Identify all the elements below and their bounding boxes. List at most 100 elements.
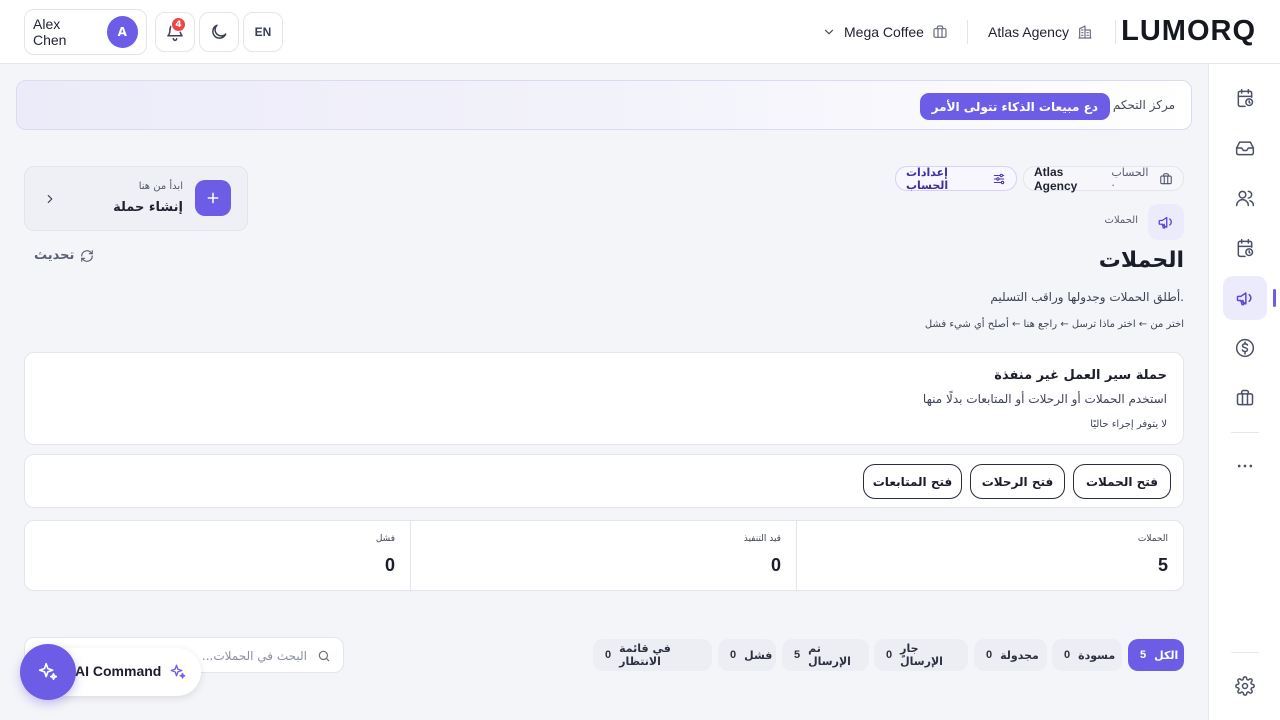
page-steps: اختر من ← اختر ماذا ترسل ← راجع هنا ← أص… — [924, 319, 1184, 330]
rail-item-calendar[interactable] — [1223, 226, 1267, 270]
stat-campaigns: الحملات 5 — [797, 521, 1183, 592]
open-followups-button[interactable]: فتح المتابعات — [863, 464, 962, 499]
notice-meta: لا يتوفر إجراء حاليًا — [1090, 419, 1167, 430]
banner-title: مركز التحكم — [1112, 98, 1175, 112]
rail-item-billing[interactable] — [1223, 326, 1267, 370]
inbox-icon — [1235, 138, 1255, 158]
filter-failed[interactable]: 0 فشل — [718, 639, 776, 671]
breadcrumb: الحملات — [1104, 215, 1138, 226]
filter-all[interactable]: 5 الكل — [1128, 639, 1184, 671]
megaphone-icon — [1157, 213, 1175, 231]
rail-item-contacts[interactable] — [1223, 176, 1267, 220]
language-label: EN — [254, 25, 272, 39]
rail-divider — [1231, 432, 1259, 433]
create-title: إنشاء حملة — [113, 200, 183, 215]
user-menu[interactable]: Alex Chen A — [24, 9, 147, 55]
filter-sent[interactable]: 5 تم الإرسال — [782, 639, 869, 671]
account-settings-button[interactable]: إعدادات الحساب — [895, 165, 1017, 192]
moon-icon — [209, 22, 229, 42]
workflow-notice-card: حملة سير العمل غير منفذة استخدم الحملات … — [24, 352, 1184, 445]
create-campaign-card[interactable]: ابدأ من هنا إنشاء حملة — [24, 166, 248, 231]
open-links-card: فتح الحملات فتح الرحلات فتح المتابعات — [24, 454, 1184, 508]
sparkles-icon — [37, 661, 59, 683]
filter-count: 5 — [1140, 649, 1147, 661]
open-campaigns-button[interactable]: فتح الحملات — [1073, 464, 1171, 499]
refresh-label: تحديث — [34, 248, 75, 263]
page-subtitle: أطلق الحملات وجدولها وراقب التسليم. — [990, 290, 1184, 304]
stat-in-progress: قيد التنفيذ 0 — [411, 521, 797, 592]
filter-label: فشل — [744, 648, 773, 662]
filter-count: 0 — [605, 649, 612, 661]
rail-item-settings[interactable] — [1223, 664, 1267, 708]
chevron-down-icon — [822, 25, 836, 39]
account-chip[interactable]: Atlas Agency الحساب · — [1023, 164, 1184, 193]
brand-selector[interactable]: Mega Coffee — [822, 20, 948, 44]
calendar-clock-icon — [1235, 238, 1255, 258]
stat-label: قيد التنفيذ — [743, 534, 781, 544]
filter-draft[interactable]: 0 مسودة — [1052, 639, 1122, 671]
plus-icon — [205, 190, 221, 206]
campaigns-page-icon — [1148, 204, 1184, 240]
avatar: A — [106, 16, 138, 48]
open-journeys-button[interactable]: فتح الرحلات — [970, 464, 1065, 499]
filter-label: جارٍ الإرسال — [900, 642, 943, 668]
refresh-button[interactable]: تحديث — [34, 248, 94, 263]
refresh-icon — [80, 249, 94, 263]
header-divider — [967, 20, 968, 44]
filter-label: تم الإرسال — [808, 642, 851, 668]
agency-name: Atlas Agency — [988, 24, 1069, 40]
sparkles-icon — [169, 663, 187, 681]
filter-count: 0 — [730, 649, 737, 661]
filter-label: مجدولة — [1000, 648, 1039, 662]
stat-label: الحملات — [1137, 534, 1168, 544]
agency-selector[interactable]: Atlas Agency — [988, 20, 1093, 44]
account-settings-label: إعدادات الحساب — [906, 165, 949, 192]
chevron-right-icon — [43, 192, 57, 206]
notification-badge: 4 — [171, 17, 186, 32]
page-title: الحملات — [1098, 248, 1184, 273]
rail-item-inbox[interactable] — [1223, 126, 1267, 170]
calendar-clock-icon — [1235, 88, 1255, 108]
stat-failed: فشل 0 — [25, 521, 411, 592]
stats-card: الحملات 5 قيد التنفيذ 0 فشل 0 — [24, 520, 1184, 592]
rail-item-brands[interactable] — [1223, 376, 1267, 420]
filter-label: مسودة — [1078, 648, 1116, 662]
stat-value: 0 — [770, 555, 781, 575]
briefcase-icon — [1159, 172, 1173, 186]
language-button[interactable]: EN — [243, 12, 283, 52]
logo: LUMORQ — [1121, 15, 1256, 47]
user-name: Alex Chen — [33, 16, 67, 48]
notice-title: حملة سير العمل غير منفذة — [994, 368, 1167, 383]
header-divider — [1115, 20, 1116, 44]
theme-toggle-button[interactable] — [199, 12, 239, 52]
filter-scheduled[interactable]: 0 مجدولة — [974, 639, 1047, 671]
top-bar: Alex Chen A 4 EN Mega Coffee Atlas Agenc… — [0, 0, 1280, 64]
settings-icon — [1235, 676, 1255, 696]
dollar-icon — [1235, 338, 1255, 358]
filter-count: 0 — [886, 649, 893, 661]
rail-item-more[interactable] — [1223, 444, 1267, 488]
rail-item-schedule[interactable] — [1223, 76, 1267, 120]
ai-assistant-fab[interactable] — [20, 644, 76, 700]
notifications-button[interactable]: 4 — [155, 12, 195, 52]
filter-count: 0 — [986, 649, 993, 661]
filter-label: في قائمة الانتظار — [619, 642, 671, 668]
rail-item-campaigns[interactable] — [1223, 276, 1267, 320]
building-icon — [1077, 24, 1093, 40]
account-name: Atlas Agency — [1034, 164, 1078, 193]
users-icon — [1235, 188, 1255, 208]
sliders-icon — [992, 172, 1006, 186]
create-campaign-button[interactable] — [195, 180, 231, 216]
filter-count: 0 — [1064, 649, 1071, 661]
ai-command-label: AI Command — [75, 663, 162, 679]
filter-queued[interactable]: 0 في قائمة الانتظار — [593, 639, 712, 671]
active-indicator — [1273, 289, 1276, 307]
brand-name: Mega Coffee — [844, 24, 924, 40]
filter-sending[interactable]: 0 جارٍ الإرسال — [874, 639, 968, 671]
briefcase-icon — [1235, 388, 1255, 408]
create-subtitle: ابدأ من هنا — [138, 181, 183, 192]
ai-sales-pill[interactable]: دع مبيعات الذكاء تتولى الأمر — [919, 93, 1110, 120]
account-prefix: الحساب · — [1111, 165, 1149, 192]
filter-count: 5 — [794, 649, 801, 661]
notice-body: استخدم الحملات أو الرحلات أو المتابعات ب… — [922, 392, 1167, 406]
